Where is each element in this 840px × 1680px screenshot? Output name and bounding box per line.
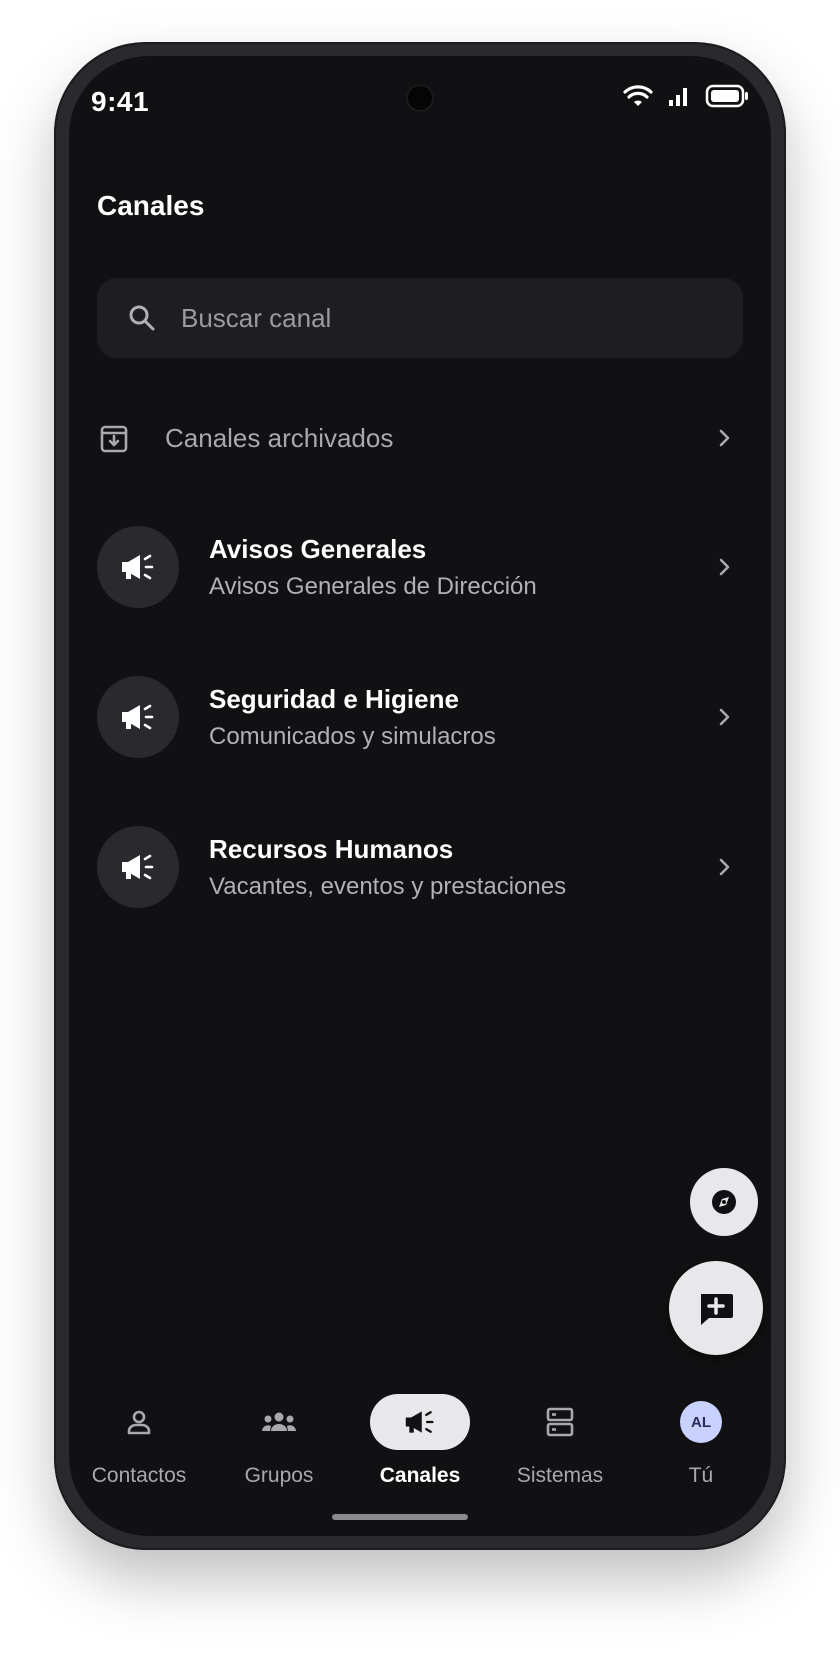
add-comment-icon	[701, 1294, 733, 1325]
nav-label: Grupos	[244, 1464, 314, 1487]
active-indicator	[370, 1394, 470, 1450]
search-bar[interactable]	[97, 278, 743, 358]
groups-icon	[262, 1412, 296, 1431]
channel-avatar	[97, 526, 179, 608]
home-indicator[interactable]	[332, 1514, 468, 1520]
camera-cutout	[408, 86, 432, 110]
channel-name: Recursos Humanos	[209, 833, 454, 864]
archive-icon	[100, 425, 128, 453]
archived-channels-row[interactable]: Canales archivados	[97, 402, 743, 474]
channel-avatar	[97, 826, 179, 908]
nav-label: Contactos	[91, 1464, 187, 1487]
channel-name: Avisos Generales	[209, 533, 427, 564]
chevron-right-icon	[719, 558, 730, 576]
person-icon	[127, 1410, 151, 1435]
screen: 9:41 Canales Buscar canal Canales archiv…	[69, 56, 771, 1536]
wifi-icon	[623, 85, 653, 106]
bottom-navigation: Contactos Grupos Canales Sistemas AL Tú	[69, 1394, 771, 1504]
nav-item-grupos[interactable]: Grupos	[209, 1394, 349, 1504]
nav-item-sistemas[interactable]: Sistemas	[490, 1394, 630, 1504]
search-input[interactable]	[179, 301, 703, 335]
phone-frame: 9:41 Canales Buscar canal Canales archiv…	[54, 42, 786, 1550]
server-icon	[546, 1407, 574, 1437]
channel-name: Seguridad e Higiene	[209, 683, 459, 714]
channel-item[interactable]: Seguridad e Higiene Comunicados y simula…	[97, 674, 743, 760]
avatar: AL	[680, 1401, 722, 1443]
nav-label: Canales	[379, 1464, 461, 1487]
nav-item-contactos[interactable]: Contactos	[69, 1394, 209, 1504]
archived-channels-label: Canales archivados	[165, 422, 394, 453]
channel-item[interactable]: Recursos Humanos Vacantes, eventos y pre…	[97, 824, 743, 910]
nav-label: Sistemas	[516, 1464, 604, 1487]
page-title: Canales	[97, 190, 205, 221]
signal-icon	[669, 88, 687, 106]
channel-item[interactable]: Avisos Generales Avisos Generales de Dir…	[97, 524, 743, 610]
nav-label: Tú	[688, 1464, 714, 1487]
megaphone-icon	[122, 704, 154, 730]
channel-avatar	[97, 676, 179, 758]
status-icons	[623, 84, 749, 108]
status-time: 9:41	[91, 86, 150, 117]
megaphone-icon	[122, 554, 154, 580]
channel-description: Vacantes, eventos y prestaciones	[209, 872, 567, 900]
explore-channels-button[interactable]	[690, 1168, 758, 1236]
nav-item-tu[interactable]: AL Tú	[631, 1394, 771, 1504]
channel-description: Comunicados y simulacros	[209, 722, 496, 750]
chevron-right-icon	[719, 429, 730, 447]
nav-item-canales[interactable]: Canales	[350, 1394, 490, 1504]
megaphone-icon	[122, 854, 154, 880]
search-icon	[129, 305, 155, 331]
chevron-right-icon	[719, 858, 730, 876]
channel-description: Avisos Generales de Dirección	[209, 572, 537, 600]
chevron-right-icon	[719, 708, 730, 726]
new-channel-button[interactable]	[669, 1261, 763, 1355]
megaphone-icon	[405, 1411, 434, 1433]
compass-icon	[712, 1190, 736, 1214]
battery-icon	[705, 84, 748, 108]
